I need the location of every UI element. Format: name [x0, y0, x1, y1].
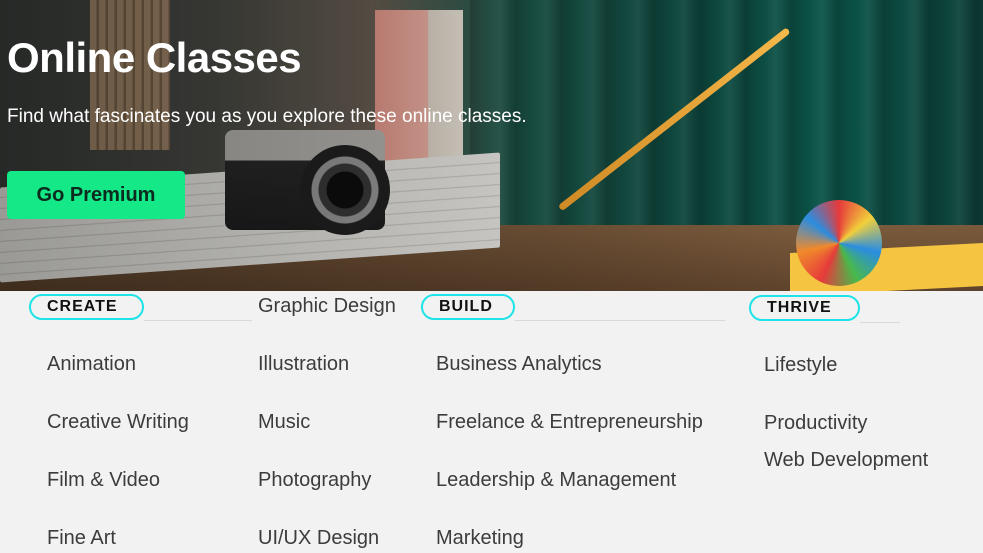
category-link-graphic-design[interactable]: Graphic Design [258, 295, 396, 318]
divider [515, 320, 725, 321]
category-link-illustration[interactable]: Illustration [258, 353, 349, 376]
category-link-productivity[interactable]: Productivity [764, 412, 867, 435]
category-link-music[interactable]: Music [258, 411, 310, 434]
category-link-ui-ux-design[interactable]: UI/UX Design [258, 527, 379, 550]
go-premium-button[interactable]: Go Premium [7, 171, 185, 219]
category-link-photography[interactable]: Photography [258, 469, 371, 492]
page-title: Online Classes [7, 34, 302, 81]
category-link-film-video[interactable]: Film & Video [47, 469, 160, 492]
category-link-lifestyle[interactable]: Lifestyle [764, 354, 837, 377]
category-link-freelance-entrepreneurship[interactable]: Freelance & Entrepreneurship [436, 411, 703, 434]
category-link-business-analytics[interactable]: Business Analytics [436, 353, 602, 376]
hero-banner: Online Classes Find what fascinates you … [0, 0, 983, 291]
category-link-fine-art[interactable]: Fine Art [47, 527, 116, 550]
category-link-leadership-management[interactable]: Leadership & Management [436, 469, 676, 492]
category-link-animation[interactable]: Animation [47, 353, 136, 376]
category-menu: CREATE Animation Creative Writing Film &… [0, 291, 983, 553]
category-header-build[interactable]: BUILD [421, 294, 515, 320]
divider [144, 320, 252, 321]
category-link-creative-writing[interactable]: Creative Writing [47, 411, 189, 434]
category-header-thrive[interactable]: THRIVE [749, 295, 860, 321]
category-header-create[interactable]: CREATE [29, 294, 144, 320]
category-link-web-development[interactable]: Web Development [764, 449, 928, 472]
divider [860, 322, 900, 323]
page-subtitle: Find what fascinates you as you explore … [7, 106, 527, 127]
category-link-marketing[interactable]: Marketing [436, 527, 524, 550]
